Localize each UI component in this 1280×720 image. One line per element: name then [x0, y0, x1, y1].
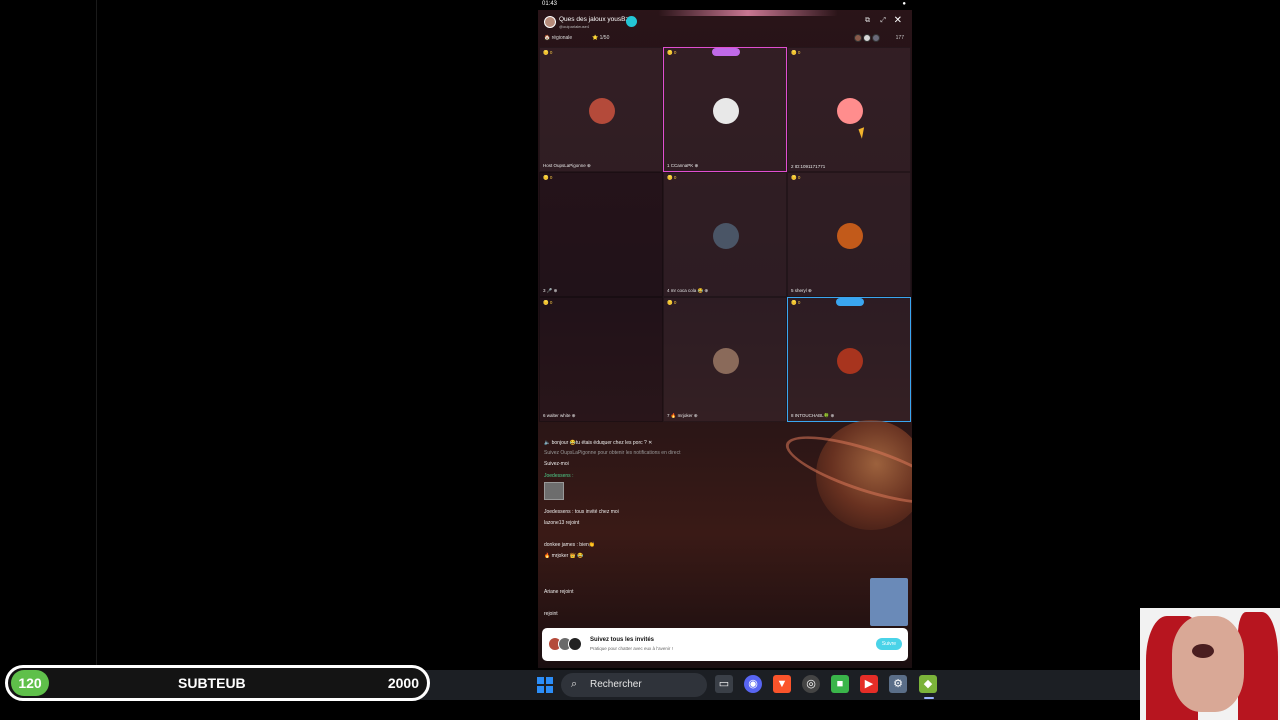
- chat-message: 🔈 bonjour 😂tu étais éduquer chez les por…: [544, 440, 653, 446]
- follow-banner-subtitle: Pratique pour chatter avec eux à l'aveni…: [590, 646, 673, 651]
- guest-avatar: [713, 348, 739, 374]
- host-avatar[interactable]: [544, 16, 556, 28]
- guest-cell[interactable]: 🪙 0 7 🔥 mrjoker ⊕: [663, 297, 787, 422]
- guest-avatar: [589, 98, 615, 124]
- guest-name: 2 ID:1091171771: [791, 164, 826, 169]
- rank-badge[interactable]: ⭐ 1/50: [592, 35, 609, 41]
- guest-cell[interactable]: 🪙 0 3 🎤 ⊕: [539, 172, 663, 297]
- chat-message: lazone13 rejoint: [544, 520, 580, 526]
- chat-image-thumbnail[interactable]: [544, 482, 564, 500]
- guest-avatar: [837, 98, 863, 124]
- coin-count: 🪙 0: [791, 175, 801, 180]
- guest-name: 1 CCannaPK ⊕: [667, 163, 699, 168]
- crown-badge: [836, 298, 864, 306]
- youtube-icon[interactable]: ▶: [860, 675, 878, 693]
- guest-name: 5 sheryl ⊕: [791, 288, 812, 293]
- taskbar-search-box[interactable]: ⌕ Rechercher: [561, 673, 707, 697]
- live-info-row: 🏠 régionale ⭐ 1/50 177: [544, 34, 906, 44]
- guest-cell[interactable]: 🪙 0 2 ID:1091171771: [787, 47, 911, 172]
- guest-name: 6 walter white ⊕: [543, 413, 576, 418]
- status-bar: 01:43 ●: [538, 0, 912, 10]
- viewer-avatar: [863, 34, 871, 42]
- viewer-avatars[interactable]: [854, 34, 884, 42]
- coin-count: 🪙 0: [543, 50, 553, 55]
- guest-name: 3 🎤 ⊕: [543, 288, 558, 293]
- chat-message: Ariane rejoint: [544, 589, 574, 595]
- viewer-count: 177: [895, 35, 904, 41]
- follow-host-button[interactable]: [626, 16, 637, 27]
- left-panel-divider: [96, 0, 97, 670]
- guest-avatar: [713, 98, 739, 124]
- obs-icon[interactable]: ◎: [802, 675, 820, 693]
- goal-target-count: 2000: [387, 675, 419, 691]
- coin-count: 🪙 0: [667, 175, 677, 180]
- settings-icon[interactable]: ⚙: [889, 675, 907, 693]
- green-app-icon[interactable]: ■: [831, 675, 849, 693]
- search-icon: ⌕: [571, 678, 578, 690]
- coin-count: 🪙 0: [791, 300, 801, 305]
- guest-cell[interactable]: 🪙 0 5 sheryl ⊕: [787, 172, 911, 297]
- viewer-avatar: [854, 34, 862, 42]
- follow-banner-title: Suivez tous les invités: [590, 637, 655, 643]
- coin-count: 🪙 0: [543, 300, 553, 305]
- bluestacks-icon[interactable]: ◆: [919, 675, 937, 693]
- guest-avatar: [568, 637, 582, 651]
- guest-name: 4 mr coca cola 😂 ⊕: [667, 288, 709, 293]
- chat-feed: 🔈 bonjour 😂tu étais éduquer chez les por…: [544, 440, 844, 625]
- expand-icon[interactable]: ⤢: [880, 17, 886, 25]
- guest-name: 8 INTOUCHABL🍀 ⊕: [791, 413, 835, 418]
- search-placeholder: Rechercher: [590, 679, 642, 690]
- goal-current-count: 120: [11, 670, 49, 696]
- follow-all-banner: Suivez tous les invités Pratique pour ch…: [542, 628, 908, 661]
- guest-cell[interactable]: 🪙 0 Host OupsLaPigonne ⊕: [539, 47, 663, 172]
- close-icon[interactable]: ✕: [894, 15, 902, 26]
- phone-mirror-window: 01:43 ● Ques des jaloux yousBz @ouiparla…: [538, 0, 912, 668]
- region-badge[interactable]: 🏠 régionale: [544, 35, 572, 41]
- webcam-overlay: [1140, 608, 1280, 720]
- chat-message: 🔥 mrjoker 👑 😂: [544, 553, 584, 559]
- room-subtitle: @ouiparlaleuse4: [559, 24, 590, 29]
- guest-cell[interactable]: 🪙 0 6 walter white ⊕: [539, 297, 663, 422]
- webcam-mouth: [1192, 644, 1214, 658]
- discord-icon[interactable]: ◉: [744, 675, 762, 693]
- guest-cell[interactable]: 🪙 0 1 CCannaPK ⊕: [663, 47, 787, 172]
- coin-count: 🪙 0: [667, 300, 677, 305]
- guest-cell[interactable]: 🪙 0 8 INTOUCHABL🍀 ⊕: [787, 297, 911, 422]
- chat-message: donkee james : bien👏: [544, 542, 595, 548]
- goal-title: SUBTEUB: [178, 675, 246, 691]
- windows-start-icon[interactable]: [537, 677, 553, 693]
- live-header: Ques des jaloux yousBz @ouiparlaleuse4 ⧉…: [542, 14, 908, 32]
- status-time: 01:43: [542, 1, 558, 7]
- coin-count: 🪙 0: [667, 50, 677, 55]
- guest-name: Host OupsLaPigonne ⊕: [543, 163, 591, 168]
- status-indicator: ●: [902, 1, 906, 7]
- guest-cell[interactable]: 🪙 0 4 mr coca cola 😂 ⊕: [663, 172, 787, 297]
- chat-message: Suivez OupsLaPigonne pour obtenir les no…: [544, 450, 681, 456]
- room-title: Ques des jaloux yousBz: [559, 16, 629, 23]
- brave-icon[interactable]: ▼: [773, 675, 791, 693]
- active-app-indicator: [924, 697, 934, 699]
- sub-goal-overlay: 120 SUBTEUB 2000: [5, 665, 430, 701]
- webcam-hood: [1238, 612, 1278, 720]
- coin-count: 🪙 0: [543, 175, 553, 180]
- chat-message: Joedessens : tous invité chez moi: [544, 509, 619, 515]
- crown-badge: [712, 48, 740, 56]
- chat-message: Joedessens :: [544, 473, 574, 479]
- chat-message: rejoint: [544, 611, 558, 617]
- file-explorer-icon[interactable]: ▭: [715, 675, 733, 693]
- chat-message[interactable]: Suivez-moi: [544, 461, 569, 467]
- guest-avatar: [837, 223, 863, 249]
- coin-count: 🪙 0: [791, 50, 801, 55]
- viewer-avatar: [872, 34, 880, 42]
- desktop-screen: 01:43 ● Ques des jaloux yousBz @ouiparla…: [0, 0, 1280, 720]
- follow-all-button[interactable]: Suivre: [876, 638, 902, 650]
- guest-avatar: [713, 223, 739, 249]
- guest-avatar: [837, 348, 863, 374]
- event-widget[interactable]: [870, 578, 908, 626]
- webcam-face: [1172, 616, 1244, 712]
- guest-name: 7 🔥 mrjoker ⊕: [667, 413, 698, 418]
- external-link-icon[interactable]: ⧉: [865, 17, 870, 25]
- guest-grid: 🪙 0 Host OupsLaPigonne ⊕ 🪙 0 1 CCannaPK …: [538, 47, 912, 422]
- guest-avatars-group: [548, 637, 588, 651]
